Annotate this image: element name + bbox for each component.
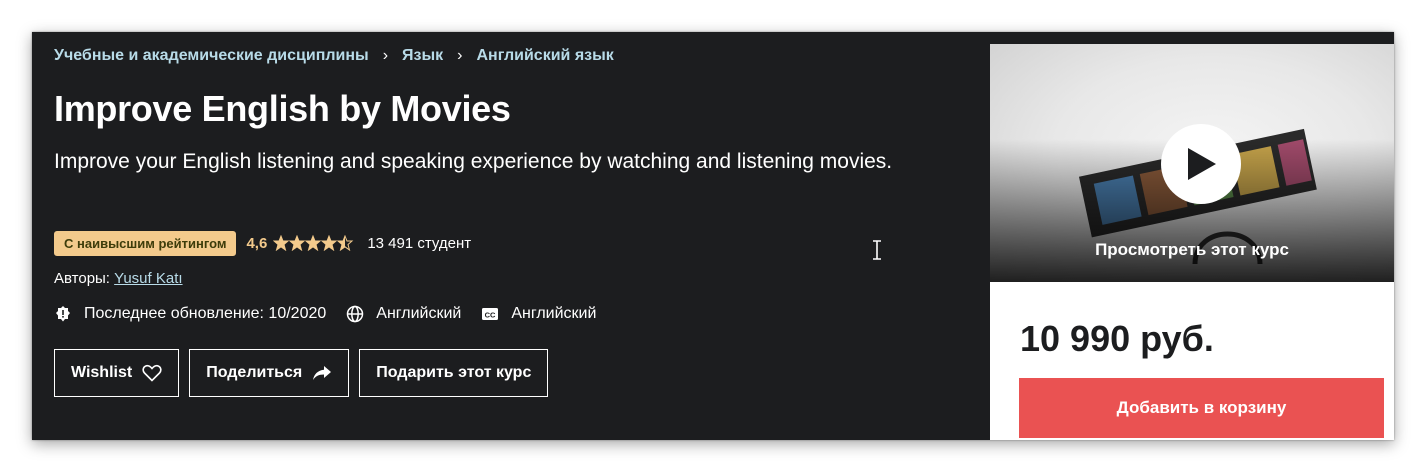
author-link[interactable]: Yusuf Katı <box>114 270 182 287</box>
gift-label: Подарить этот курс <box>376 364 532 381</box>
gift-course-button[interactable]: Подарить этот курс <box>359 349 549 397</box>
chevron-right-icon: › <box>457 47 463 64</box>
rating-value: 4,6 <box>246 234 268 252</box>
play-button-icon[interactable] <box>1161 124 1241 204</box>
wishlist-label: Wishlist <box>71 364 133 381</box>
authors-label: Авторы: <box>54 270 110 287</box>
purchase-card: 10 990 руб. Добавить в корзину <box>990 282 1394 440</box>
share-label: Поделиться <box>206 364 303 381</box>
rating-row: С наивысшим рейтингом 4,6 13 491 студент <box>54 230 471 256</box>
share-button[interactable]: Поделиться <box>189 349 350 397</box>
breadcrumb: Учебные и академические дисциплины › Язы… <box>54 45 614 67</box>
authors: Авторы: Yusuf Katı <box>54 270 183 287</box>
student-count: 13 491 студент <box>367 234 472 252</box>
chevron-right-icon: › <box>382 47 389 64</box>
course-preview[interactable]: Просмотреть этот курс <box>990 44 1394 282</box>
last-update-text: Последнее обновление: 10/2020 <box>84 305 327 322</box>
share-arrow-icon <box>312 365 332 381</box>
bestseller-badge: С наивысшим рейтингом <box>54 230 237 256</box>
action-buttons: Wishlist Поделиться Подарить этот курс <box>54 349 549 397</box>
course-captions: CC Английский <box>481 305 596 323</box>
star-rating-icon <box>273 235 354 251</box>
preview-label: Просмотреть этот курс <box>1095 240 1289 259</box>
language-text: Английский <box>376 305 462 322</box>
breadcrumb-item-language[interactable]: Язык <box>402 47 443 65</box>
breadcrumb-item-academics[interactable]: Учебные и академические дисциплины <box>54 47 369 65</box>
globe-icon <box>347 305 364 323</box>
svg-text:CC: CC <box>485 311 496 320</box>
rating-stars[interactable] <box>273 235 357 251</box>
heart-icon <box>142 364 162 382</box>
alert-badge-icon <box>56 306 70 322</box>
wishlist-button[interactable]: Wishlist <box>54 349 180 397</box>
course-price: 10 990 руб. <box>1020 318 1214 359</box>
last-update: Последнее обновление: 10/2020 <box>54 305 326 323</box>
course-header: Учебные и академические дисциплины › Язы… <box>32 32 1394 440</box>
add-to-cart-button[interactable]: Добавить в корзину <box>1019 378 1384 438</box>
course-title: Improve English by Movies <box>54 88 511 129</box>
captions-text: Английский <box>511 305 597 322</box>
closed-captions-icon: CC <box>482 308 499 320</box>
text-cursor-icon <box>871 240 883 265</box>
breadcrumb-item-english[interactable]: Английский язык <box>476 47 613 65</box>
course-meta: Последнее обновление: 10/2020 Английский… <box>54 302 616 326</box>
course-language: Английский <box>346 305 461 323</box>
course-subtitle: Improve your English listening and speak… <box>54 150 893 173</box>
